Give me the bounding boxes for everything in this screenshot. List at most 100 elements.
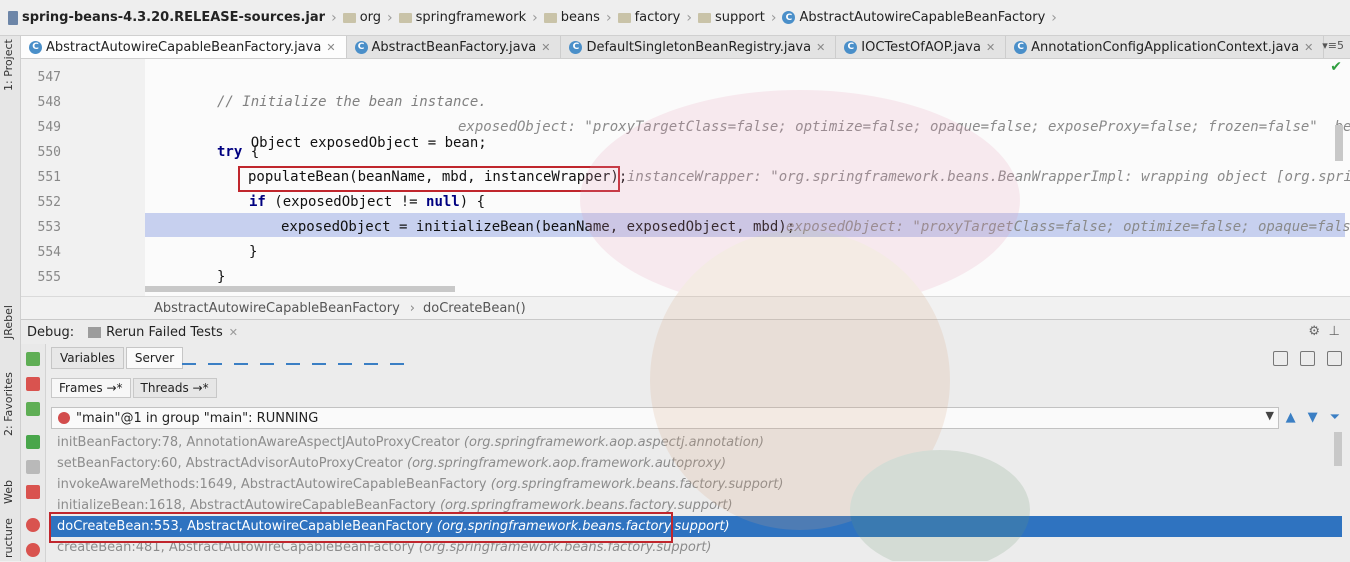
breadcrumb-support[interactable]: support › (697, 9, 777, 26)
line-number: 554 (37, 245, 61, 260)
tab-label: AnnotationConfigApplicationContext.java (1031, 39, 1300, 55)
view-breakpoints-icon[interactable] (26, 518, 40, 532)
breadcrumb-jar[interactable]: spring-beans-4.3.20.RELEASE-sources.jar … (8, 10, 337, 26)
navigation-breadcrumb: spring-beans-4.3.20.RELEASE-sources.jar … (0, 0, 1350, 36)
tab-variables[interactable]: Variables (51, 347, 124, 369)
hide-panel-icon[interactable]: ⊥ (1329, 324, 1340, 339)
breadcrumb-label: factory (634, 10, 681, 25)
close-icon[interactable]: ✕ (229, 326, 238, 339)
keyword: try (217, 144, 243, 160)
arrow-down-icon[interactable]: ▼ (1308, 410, 1318, 425)
tab-rerun-failed-tests[interactable]: Rerun Failed Tests ✕ (88, 325, 238, 340)
close-icon[interactable]: ✕ (986, 41, 995, 54)
code-text: { (242, 144, 260, 160)
class-icon: C (29, 40, 42, 54)
chevron-right-icon: › (770, 9, 777, 26)
line-number: 549 (37, 120, 61, 135)
web-tool-tab[interactable]: Web (2, 480, 15, 504)
chevron-right-icon: › (686, 9, 692, 26)
breadcrumb-springframework[interactable]: springframework › (398, 10, 538, 26)
frames-scrollbar[interactable] (1334, 432, 1342, 466)
tab-threads[interactable]: Threads →* (132, 378, 217, 398)
tab-annotationconfigapplicationcontext[interactable]: C AnnotationConfigApplicationContext.jav… (1006, 36, 1325, 58)
close-icon[interactable]: ✕ (541, 41, 550, 54)
folder-icon (543, 12, 557, 23)
tab-abstractbeanfactory[interactable]: C AbstractBeanFactory.java ✕ (347, 36, 562, 58)
keyword: if (249, 194, 266, 210)
line-number: 555 (37, 270, 61, 285)
frame-method: initializeBean:1618, AbstractAutowireCap… (57, 498, 436, 513)
tab-label: AbstractAutowireCapableBeanFactory.java (46, 39, 322, 55)
chevron-right-icon: › (605, 9, 612, 26)
code-comment: // Initialize the bean instance. (217, 94, 487, 110)
rerun-icon[interactable] (26, 352, 40, 366)
tab-list-menu-button[interactable]: ▾≡5 (1322, 39, 1344, 52)
pause-icon[interactable] (26, 460, 40, 474)
restore-layout-icon[interactable] (1273, 351, 1288, 366)
breadcrumb-factory[interactable]: factory › (617, 9, 692, 26)
step-over-icon[interactable] (208, 351, 222, 365)
debug-right-toolbar (1273, 351, 1342, 366)
mute-breakpoints-icon[interactable] (26, 543, 40, 557)
line-number: 551 (37, 170, 61, 185)
crumb-method[interactable]: doCreateBean() (423, 301, 526, 316)
trace-icon[interactable] (390, 351, 404, 365)
show-execution-point-icon[interactable] (182, 351, 196, 365)
breadcrumb-beans[interactable]: beans › (543, 9, 612, 26)
editor-vertical-scrollbar[interactable] (1335, 125, 1343, 161)
tab-label: DefaultSingletonBeanRegistry.java (586, 39, 812, 55)
stop-rerun-icon[interactable] (26, 377, 40, 391)
tab-label: AbstractBeanFactory.java (371, 39, 537, 55)
close-icon[interactable]: ✕ (816, 41, 825, 54)
arrow-up-icon[interactable]: ▲ (1286, 410, 1296, 425)
force-step-into-icon[interactable] (260, 351, 274, 365)
class-icon: C (354, 40, 368, 54)
tab-abstractautowirecapablebeanfactory[interactable]: C AbstractAutowireCapableBeanFactory.jav… (21, 36, 347, 58)
close-icon[interactable]: ✕ (326, 41, 335, 54)
breadcrumb-label: org (359, 10, 382, 25)
memory-icon[interactable] (1300, 351, 1315, 366)
project-tool-tab[interactable]: 1: Project (2, 39, 15, 91)
frame-item[interactable]: invokeAwareMethods:1649, AbstractAutowir… (51, 474, 1342, 495)
close-icon[interactable]: ✕ (1304, 41, 1313, 54)
tab-server[interactable]: Server (125, 347, 184, 369)
jar-icon (8, 10, 18, 25)
tab-frames[interactable]: Frames →* (51, 378, 131, 398)
stop-icon[interactable] (26, 485, 40, 499)
layout-icon[interactable] (1327, 351, 1342, 366)
breadcrumb-label: spring-beans-4.3.20.RELEASE-sources.jar (22, 10, 326, 25)
run-to-cursor-icon[interactable] (338, 351, 352, 365)
step-into-icon[interactable] (234, 351, 248, 365)
crumb-class[interactable]: AbstractAutowireCapableBeanFactory (154, 301, 400, 316)
thread-selector[interactable]: "main"@1 in group "main": RUNNING ▼ (51, 407, 1279, 429)
keyword: null (426, 194, 460, 210)
step-out-icon[interactable] (286, 351, 300, 365)
breadcrumb-class[interactable]: C AbstractAutowireCapableBeanFactory › (782, 10, 1057, 26)
structure-tool-tab[interactable]: ructure (2, 518, 15, 558)
debug-title: Debug: (27, 324, 75, 340)
update-icon[interactable] (26, 402, 40, 416)
evaluate-expression-icon[interactable] (364, 351, 378, 365)
resume-icon[interactable] (26, 435, 40, 449)
code-text: (exposedObject != (265, 194, 427, 210)
code-editor[interactable]: 547 548 549 550 551 552 553 554 555 // I… (21, 59, 1350, 296)
frame-item[interactable]: initBeanFactory:78, AnnotationAwareAspec… (51, 432, 1342, 453)
highlight-box-docreatebean (49, 512, 673, 543)
editor-horizontal-scrollbar[interactable] (145, 286, 455, 292)
gear-icon[interactable]: ⚙ (1308, 324, 1320, 339)
folder-icon (697, 12, 711, 23)
breadcrumb-label: springframework (415, 10, 527, 25)
tab-label: Rerun Failed Tests (106, 324, 223, 340)
frames-threads-tabs: Frames →* Threads →* (51, 377, 219, 399)
jrebel-tool-tab[interactable]: JRebel (2, 305, 15, 339)
code-text: ) { (459, 194, 486, 210)
tab-defaultsingletonbeanregistry[interactable]: C DefaultSingletonBeanRegistry.java ✕ (561, 36, 837, 58)
breadcrumb-org[interactable]: org › (342, 10, 393, 26)
favorites-tool-tab[interactable]: 2: Favorites (2, 372, 15, 436)
frame-method: invokeAwareMethods:1649, AbstractAutowir… (57, 477, 487, 492)
chevron-down-icon[interactable]: ▼ (1266, 409, 1274, 422)
drop-frame-icon[interactable] (312, 351, 326, 365)
filter-icon[interactable]: ⏷ (1330, 410, 1340, 425)
frame-item[interactable]: setBeanFactory:60, AbstractAdvisorAutoPr… (51, 453, 1342, 474)
tab-ioctestofaop[interactable]: C IOCTestOfAOP.java ✕ (836, 36, 1007, 58)
